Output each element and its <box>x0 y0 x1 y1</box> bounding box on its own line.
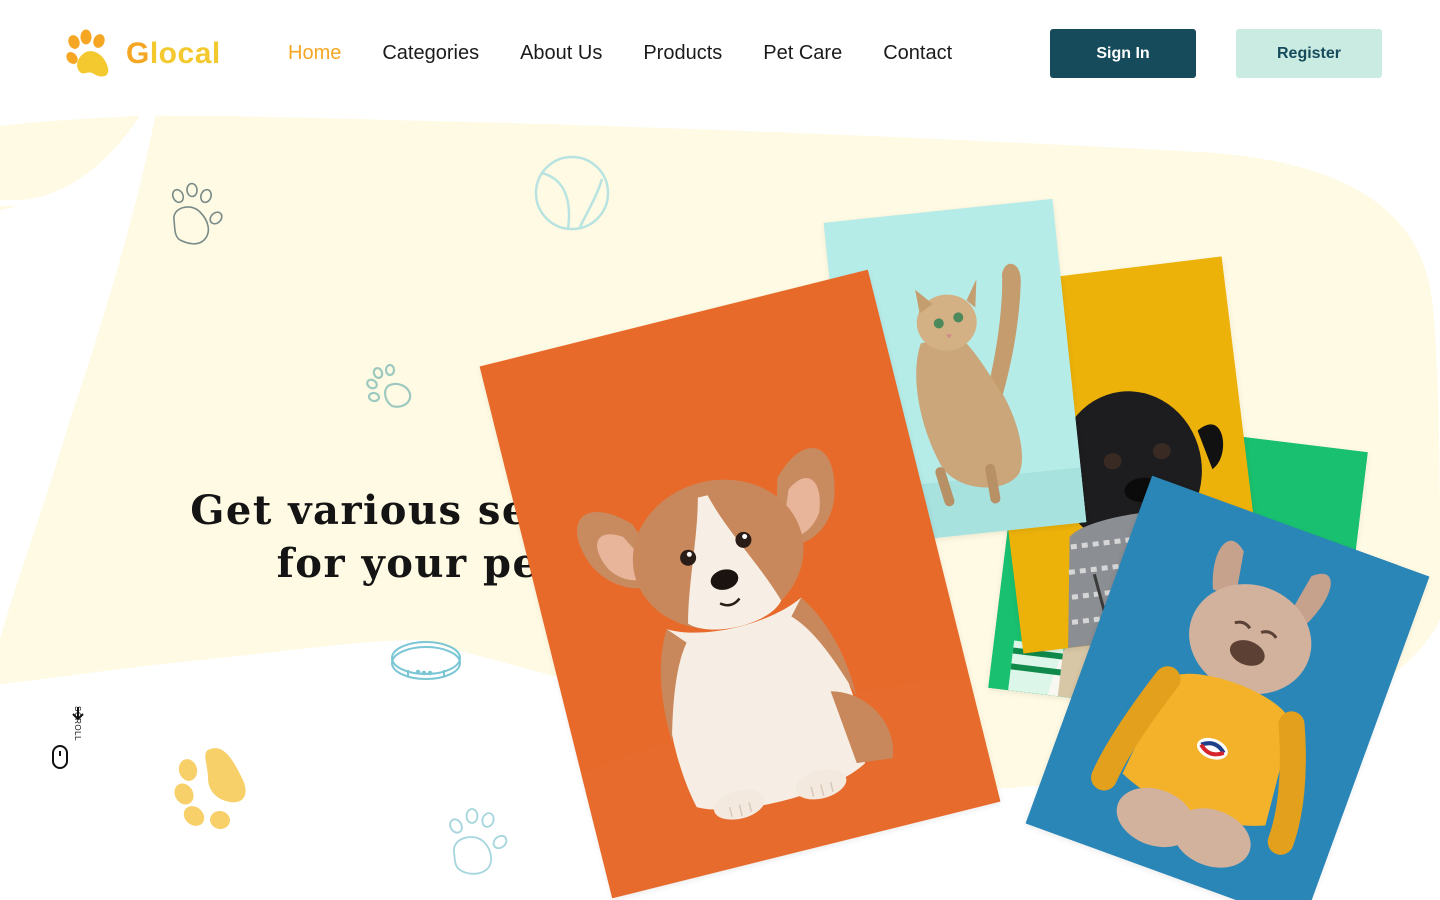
nav-link-pet-care[interactable]: Pet Care <box>763 40 842 66</box>
paw-outline-icon <box>171 182 223 245</box>
mouse-icon <box>52 707 84 769</box>
paw-filled-icon <box>174 748 246 830</box>
sign-in-button[interactable]: Sign In <box>1050 29 1196 78</box>
ball-icon <box>534 155 610 231</box>
site-header: Glocal Home Categories About Us Products… <box>0 0 1440 108</box>
register-button[interactable]: Register <box>1236 29 1382 78</box>
nav-link-about-us[interactable]: About Us <box>520 40 602 66</box>
nav-link-contact[interactable]: Contact <box>883 40 952 66</box>
nav-link-products[interactable]: Products <box>643 40 722 66</box>
logo[interactable]: Glocal <box>64 28 221 80</box>
brand-name: Glocal <box>126 37 221 70</box>
main-nav: Home Categories About Us Products Pet Ca… <box>288 40 993 66</box>
paw-small-icon <box>366 364 412 408</box>
collar-icon <box>391 641 461 680</box>
nav-link-home[interactable]: Home <box>288 40 341 66</box>
arrow-down-icon <box>72 707 84 721</box>
nav-link-categories[interactable]: Categories <box>382 40 479 66</box>
paw-logo-icon <box>66 29 109 77</box>
paw-outline-icon <box>449 808 508 875</box>
